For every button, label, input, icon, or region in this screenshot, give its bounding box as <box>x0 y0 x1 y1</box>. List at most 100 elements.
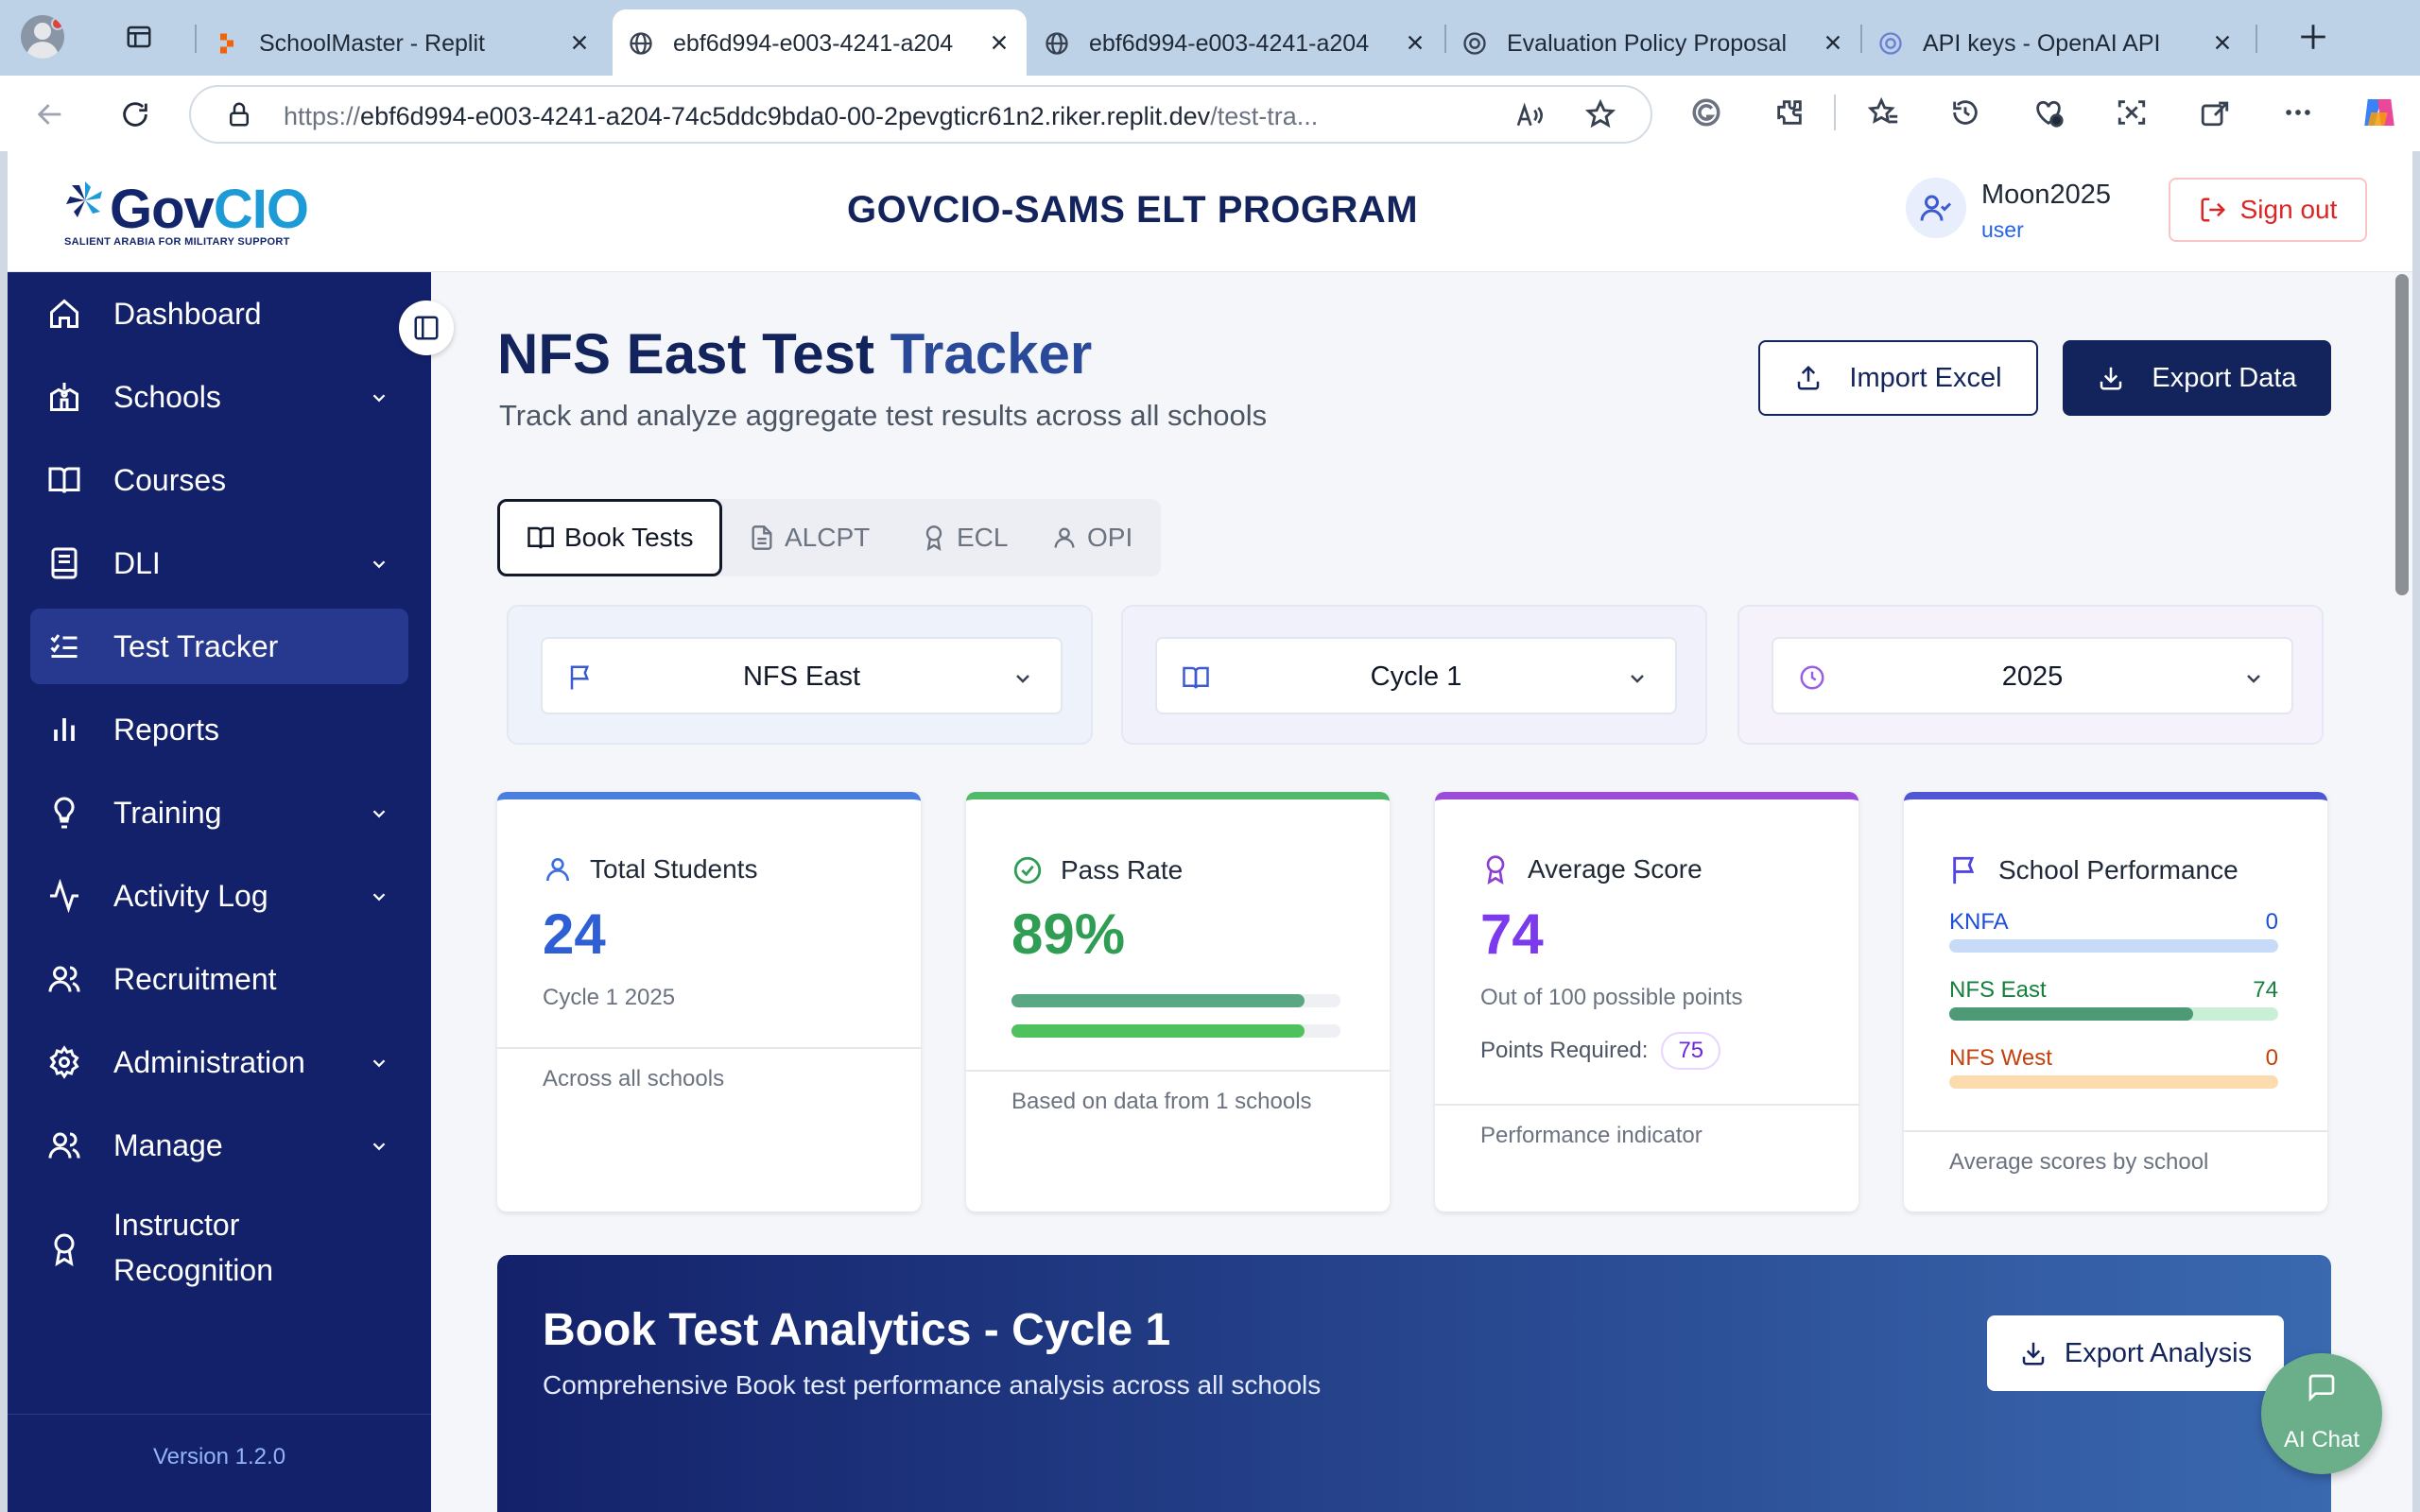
export-analysis-button[interactable]: Export Analysis <box>1987 1315 2284 1391</box>
favorites-icon[interactable] <box>1868 96 1900 129</box>
extensions-puzzle-icon[interactable] <box>1773 96 1806 129</box>
card-footnote: Average scores by school <box>1949 1149 2209 1175</box>
share-icon[interactable] <box>2199 96 2231 129</box>
school-score-bar <box>1949 1075 2278 1089</box>
award-icon <box>1486 855 1505 885</box>
card-label: Average Score <box>1528 854 1703 884</box>
card-footnote: Based on data from 1 schools <box>1011 1089 1312 1114</box>
sidebar-item-manage[interactable]: Manage <box>30 1108 408 1183</box>
close-tab-icon[interactable] <box>1823 32 1843 53</box>
lock-icon[interactable] <box>225 100 253 129</box>
sidebar-item-label: Dashboard <box>113 296 262 331</box>
favorite-star-icon[interactable] <box>1584 98 1616 130</box>
sign-out-button[interactable]: Sign out <box>2169 178 2367 242</box>
card-divider <box>1904 1130 2327 1132</box>
total-students-period: Cycle 1 2025 <box>543 985 676 1010</box>
browser-tab-schoolmaster[interactable]: SchoolMaster - Replit <box>199 9 607 76</box>
card-label: Total Students <box>590 854 758 884</box>
sidebar-item-schools[interactable]: Schools <box>30 359 408 435</box>
gear-icon <box>49 1045 79 1079</box>
user-icon <box>546 858 569 882</box>
page-title: NFS East Test Tracker <box>497 322 1093 386</box>
sidebar-item-label: Manage <box>113 1127 223 1162</box>
tab-ecl[interactable]: ECL <box>921 499 1008 576</box>
browser-tab-openai-api[interactable]: API keys - OpenAI API <box>1862 9 2250 76</box>
chevron-down-icon <box>1016 675 1029 683</box>
copilot-icon[interactable] <box>2360 93 2399 132</box>
app-header: GovCIO SALIENT ARABIA FOR MILITARY SUPPO… <box>8 151 2412 272</box>
back-icon[interactable] <box>34 98 66 130</box>
school-filter-panel: NFS East <box>507 605 1093 745</box>
screenshot-icon[interactable] <box>2116 96 2148 129</box>
govcio-logo[interactable]: GovCIO SALIENT ARABIA FOR MILITARY SUPPO… <box>62 178 309 248</box>
ai-chat-button[interactable]: AI Chat <box>2261 1353 2382 1474</box>
sidebar-item-label: Activity Log <box>113 878 268 913</box>
import-excel-button[interactable]: Import Excel <box>1758 340 2038 416</box>
browser-health-icon[interactable] <box>2032 96 2065 129</box>
chevron-down-icon <box>2247 675 2260 683</box>
tab-actions-icon[interactable] <box>125 23 153 51</box>
book-icon <box>51 547 78 579</box>
history-icon[interactable] <box>1949 96 1981 129</box>
user-name: Moon2025 <box>1981 180 2112 210</box>
sidebar-item-training[interactable]: Training <box>30 775 408 850</box>
tab-alcpt[interactable]: ALCPT <box>749 499 870 576</box>
chevron-down-icon <box>372 893 386 902</box>
close-tab-icon[interactable] <box>1405 32 1426 53</box>
test-type-tabs: Book Tests ALCPT ECL OPI <box>497 499 1161 576</box>
chevron-down-icon <box>372 1059 386 1068</box>
sidebar-item-administration[interactable]: Administration <box>30 1024 408 1100</box>
sidebar-item-recruitment[interactable]: Recruitment <box>30 941 408 1017</box>
chevron-down-icon <box>372 394 386 403</box>
reload-icon[interactable] <box>119 98 151 130</box>
award-icon <box>925 525 942 551</box>
browser-tab-evaluation-policy[interactable]: Evaluation Policy Proposal <box>1446 9 1860 76</box>
flag-icon <box>1953 856 1975 885</box>
sidebar-item-test-tracker[interactable]: Test Tracker <box>30 609 408 684</box>
pass-rate-progress-bar <box>1011 1024 1340 1038</box>
page-scrollbar[interactable] <box>2395 274 2409 595</box>
close-tab-icon[interactable] <box>989 32 1010 53</box>
download-icon <box>2100 367 2122 390</box>
card-footnote: Across all schools <box>543 1066 725 1091</box>
chevron-down-icon <box>1631 675 1644 683</box>
url-text[interactable]: https://ebf6d994-e003-4241-a204-74c5ddc9… <box>284 102 1512 131</box>
analytics-banner: Book Test Analytics - Cycle 1 Comprehens… <box>497 1255 2331 1512</box>
browser-profile-avatar[interactable] <box>21 15 64 59</box>
new-tab-icon[interactable] <box>2297 21 2329 53</box>
close-tab-icon[interactable] <box>569 32 590 53</box>
upload-icon <box>1798 365 1820 390</box>
close-tab-icon[interactable] <box>2212 32 2233 53</box>
sidebar-item-courses[interactable]: Courses <box>30 442 408 518</box>
year-select[interactable]: 2025 <box>1772 637 2293 714</box>
sidebar-divider <box>8 1414 431 1415</box>
grammarly-extension-icon[interactable] <box>1690 96 1722 129</box>
sidebar-item-activity-log[interactable]: Activity Log <box>30 858 408 934</box>
browser-tab-replit-dev[interactable]: ebf6d994-e003-4241-a204 <box>1028 9 1443 76</box>
sidebar-item-reports[interactable]: Reports <box>30 692 408 767</box>
sidebar-item-dashboard[interactable]: Dashboard <box>30 276 408 352</box>
sidebar-item-label: Training <box>113 795 222 830</box>
cycle-select[interactable]: Cycle 1 <box>1155 637 1677 714</box>
tab-opi[interactable]: OPI <box>1051 499 1132 576</box>
lightbulb-icon <box>54 797 75 829</box>
user-check-icon <box>1920 195 1952 221</box>
sidebar-item-dli[interactable]: DLI <box>30 525 408 601</box>
card-label: School Performance <box>1998 855 2238 885</box>
read-aloud-icon[interactable] <box>1514 100 1545 130</box>
total-students-value: 24 <box>543 902 606 966</box>
sidebar-item-instructor-recognition[interactable]: Instructor Recognition <box>30 1196 408 1300</box>
main-content: NFS East Test Tracker Track and analyze … <box>431 272 2403 1512</box>
school-select[interactable]: NFS East <box>541 637 1063 714</box>
toolbar-divider <box>1834 94 1836 130</box>
export-data-button[interactable]: Export Data <box>2063 340 2331 416</box>
pass-rate-card: Pass Rate 89% Based on data from 1 schoo… <box>966 792 1390 1211</box>
browser-tab-active[interactable]: ebf6d994-e003-4241-a204 <box>613 9 1027 76</box>
more-menu-icon[interactable] <box>2282 96 2314 129</box>
address-bar[interactable]: https://ebf6d994-e003-4241-a204-74c5ddc9… <box>189 85 1652 144</box>
user-avatar[interactable] <box>1906 178 1966 238</box>
download-icon <box>2022 1342 2045 1366</box>
globe-icon <box>1046 32 1068 55</box>
tab-book-tests[interactable]: Book Tests <box>497 499 723 576</box>
sidebar-item-label: Schools <box>113 379 221 414</box>
